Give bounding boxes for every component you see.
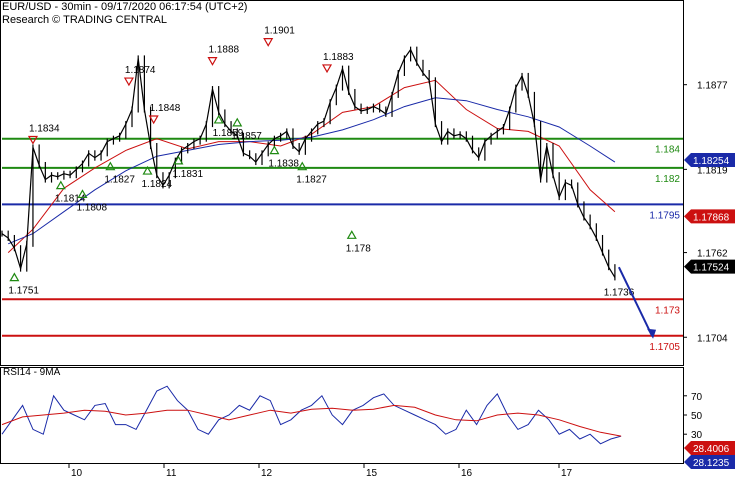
pivot-high-label: 1.1888 [208,45,239,56]
rsi-value-tag-label: 28.1235 [693,458,730,469]
x-tick-label: 11 [166,468,177,479]
pivot-low-label: 1.1838 [268,159,299,170]
pivot-high-marker [207,57,218,66]
moving-average-line [8,97,616,245]
pivot-low-marker [55,180,66,190]
pivot-low-marker [346,230,357,239]
pivot-high-label: 1.1834 [29,123,60,134]
pivot-low-label: 1.1857 [231,131,262,142]
rsi-y-tick-label: 30 [691,430,703,441]
forecast-arrowhead [647,328,657,339]
x-tick-label: 15 [366,468,378,479]
pivot-high-label: 1.1874 [125,65,156,76]
price-tag-label: 1.17868 [693,212,730,223]
pivot-low-label: 1.1808 [76,202,107,213]
level-label: 1.184 [655,145,680,156]
rsi-panel-frame [0,367,684,464]
x-tick-label: 17 [561,468,573,479]
pivot-high-label: 1.1848 [150,103,181,114]
rsi-y-tick-label: 70 [691,392,703,403]
pivot-high-marker [321,64,333,74]
pivot-low-label: 1.1831 [172,169,203,180]
pivot-low-label: 1.1827 [104,175,135,186]
pivot-low-label: 1.1824 [141,179,172,190]
forecast-arrow [617,266,653,337]
pivot-low-label: 1.1827 [296,175,327,186]
chart-canvas: 10 11 12 15 16 171.18771.18191.17621.17041.18… [0,0,735,479]
x-tick-label: 16 [461,468,473,479]
rsi-y-tick-label: 50 [691,411,703,422]
level-label: 1.173 [655,305,680,316]
x-tick-label: 12 [261,468,273,479]
y-tick-label: 1.1877 [697,81,728,92]
price-tag-label: 1.18254 [693,156,730,167]
pivot-high-marker [123,77,134,87]
pivot-high-marker [263,38,274,47]
pivot-high-marker [27,135,38,145]
level-label: 1.182 [655,174,680,185]
pivot-high-label: 1.1883 [323,52,354,63]
price-tag-label: 1.17524 [693,263,730,274]
pivot-low-marker [232,117,243,127]
y-tick-label: 1.1762 [697,249,728,260]
rsi-line [1,404,622,437]
rsi-line [1,385,622,445]
pivot-high-label: 1.1901 [264,26,295,37]
x-tick-label: 10 [71,468,83,479]
moving-average-line [7,79,616,253]
level-label: 1.1705 [649,342,680,353]
y-tick-label: 1.1704 [697,333,728,344]
pivot-low-marker [9,272,20,282]
pivot-low-label: 1.178 [346,243,371,254]
pivot-low-label: 1.1751 [8,286,39,297]
price-line [1,48,616,278]
pivot-low-marker [269,145,280,155]
level-label: 1.1795 [649,210,680,221]
rsi-value-tag-label: 28.4006 [693,444,730,455]
